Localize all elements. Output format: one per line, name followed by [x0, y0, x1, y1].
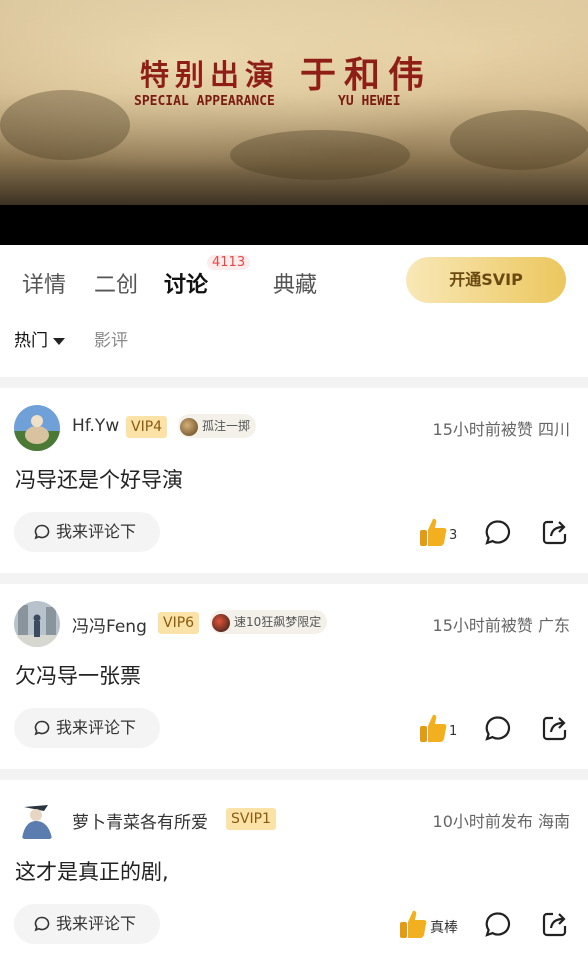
comment-bubble-icon: [34, 720, 50, 736]
comment-icon[interactable]: [484, 519, 512, 547]
video-player[interactable]: 特别出演 于和伟 SPECIAL APPEARANCE YU HEWEI: [0, 0, 588, 205]
medal-badge: 孤注一掷: [178, 414, 257, 438]
username[interactable]: Hf.Yw: [72, 416, 119, 436]
caret-down-icon: [53, 337, 65, 345]
comment-meta: 15小时前被赞 四川: [432, 420, 570, 439]
reply-label: 我来评论下: [56, 718, 137, 737]
like-label: 真棒: [430, 920, 458, 936]
comment-card: 萝卜青菜各有所爱 SVIP1 10小时前发布 海南 这才是真正的剧, 我来评论下…: [0, 780, 588, 954]
thumb-up-icon[interactable]: [418, 712, 448, 744]
medal-label: 孤注一掷: [202, 419, 251, 433]
banner-actor-name-en: YU HEWEI: [338, 94, 401, 109]
comment-text: 这才是真正的剧,: [15, 860, 169, 884]
username[interactable]: 冯冯Feng: [72, 612, 147, 637]
filter-bar: 热门 影评: [0, 320, 588, 360]
thumb-up-icon[interactable]: [398, 908, 428, 940]
filter-hot-label: 热门: [14, 331, 48, 351]
tab-derivative[interactable]: 二创: [94, 267, 138, 299]
divider: [0, 769, 588, 780]
discussion-count-badge: 4113: [207, 255, 251, 270]
comment-text: 冯导还是个好导演: [15, 468, 183, 492]
banner-actor-name: 于和伟: [300, 54, 433, 96]
tab-collection[interactable]: 典藏: [273, 267, 317, 299]
tab-bar: 详情 二创 讨论 4113 典藏 开通SVIP: [0, 245, 588, 319]
banner-subtitle: SPECIAL APPEARANCE: [134, 94, 275, 109]
comment-bubble-icon: [34, 524, 50, 540]
filter-review[interactable]: 影评: [94, 326, 128, 351]
comment-card: 冯冯Feng VIP6 速10狂飙梦限定 15小时前被赞 广东 欠冯导一张票 我…: [0, 584, 588, 769]
wall-texture: [230, 130, 410, 180]
avatar[interactable]: [14, 405, 60, 451]
wall-texture: [450, 110, 588, 170]
divider: [0, 573, 588, 584]
filter-hot[interactable]: 热门: [14, 326, 65, 351]
comment-bubble-icon: [34, 916, 50, 932]
divider: [0, 377, 588, 388]
tab-discussion[interactable]: 讨论: [164, 267, 208, 299]
reply-button[interactable]: 我来评论下: [14, 904, 160, 944]
vip-badge: VIP4: [126, 416, 168, 438]
medal-badge: 速10狂飙梦限定: [210, 610, 328, 634]
vip-badge: SVIP1: [226, 808, 276, 830]
video-letterbox: [0, 205, 588, 245]
reply-button[interactable]: 我来评论下: [14, 708, 160, 748]
banner-title: 特别出演: [140, 58, 281, 92]
medal-icon: [180, 417, 198, 436]
comment-meta: 15小时前被赞 广东: [432, 616, 570, 635]
avatar[interactable]: [14, 601, 60, 647]
reply-label: 我来评论下: [56, 914, 137, 933]
medal-icon: [212, 613, 230, 632]
comment-icon[interactable]: [484, 911, 512, 939]
thumb-up-icon[interactable]: [418, 516, 448, 548]
open-svip-button[interactable]: 开通SVIP: [406, 257, 566, 303]
comment-card: Hf.Yw VIP4 孤注一掷 15小时前被赞 四川 冯导还是个好导演 我来评论…: [0, 388, 588, 573]
share-icon[interactable]: [541, 910, 569, 938]
comment-meta: 10小时前发布 海南: [432, 812, 570, 831]
like-count: 1: [449, 724, 458, 739]
comment-icon[interactable]: [484, 715, 512, 743]
wall-texture: [0, 90, 130, 160]
username[interactable]: 萝卜青菜各有所爱: [72, 808, 208, 833]
share-icon[interactable]: [541, 518, 569, 546]
vip-badge: VIP6: [158, 612, 200, 634]
tab-details[interactable]: 详情: [22, 267, 66, 299]
avatar[interactable]: [14, 797, 60, 843]
medal-label: 速10狂飙梦限定: [234, 615, 322, 629]
like-count: 3: [449, 528, 458, 543]
comment-text: 欠冯导一张票: [15, 664, 141, 688]
share-icon[interactable]: [541, 714, 569, 742]
reply-button[interactable]: 我来评论下: [14, 512, 160, 552]
reply-label: 我来评论下: [56, 522, 137, 541]
